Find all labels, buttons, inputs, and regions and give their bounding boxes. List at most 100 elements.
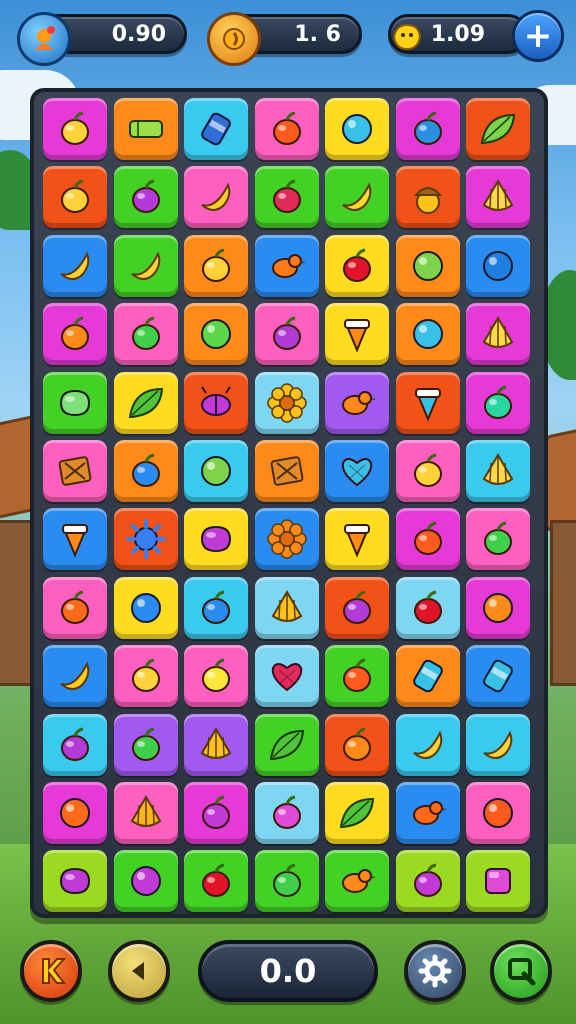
tile-r1-c6[interactable] bbox=[395, 98, 460, 160]
tile-r1-c3[interactable] bbox=[184, 98, 248, 160]
tile-r4-c3[interactable] bbox=[184, 303, 248, 366]
tile-r5-c7[interactable] bbox=[466, 371, 530, 434]
tile-r2-c7[interactable] bbox=[466, 166, 530, 229]
tile-r5-c6[interactable] bbox=[395, 371, 460, 434]
tile-r1-c2[interactable] bbox=[113, 98, 178, 160]
tile-r9-c6[interactable] bbox=[395, 645, 460, 708]
banana-icon bbox=[201, 182, 231, 212]
tile-r7-c2[interactable] bbox=[113, 508, 178, 571]
tile-r3-c6[interactable] bbox=[395, 234, 460, 297]
score-value: 0.0 bbox=[259, 952, 317, 990]
tile-r8-c2[interactable] bbox=[113, 576, 178, 639]
hint-button[interactable] bbox=[490, 940, 552, 1002]
tile-r2-c6[interactable] bbox=[395, 166, 460, 229]
tile-r10-c4[interactable] bbox=[254, 713, 319, 776]
tile-r2-c3[interactable] bbox=[184, 166, 248, 229]
tile-r2-c1[interactable] bbox=[43, 166, 107, 229]
tile-r2-c4[interactable] bbox=[254, 166, 319, 229]
tile-r6-c7[interactable] bbox=[466, 440, 530, 502]
tile-r8-c7[interactable] bbox=[466, 576, 530, 639]
tile-r11-c1[interactable] bbox=[43, 782, 107, 844]
tile-r10-c1[interactable] bbox=[43, 713, 107, 776]
tile-r12-c6[interactable] bbox=[395, 850, 460, 913]
tile-r4-c6[interactable] bbox=[395, 303, 460, 366]
tile-r11-c2[interactable] bbox=[113, 782, 178, 844]
tile-r2-c2[interactable] bbox=[113, 166, 178, 229]
tile-r6-c2[interactable] bbox=[113, 440, 178, 502]
tile-r12-c7[interactable] bbox=[466, 850, 530, 913]
tile-r5-c4[interactable] bbox=[254, 371, 319, 434]
tile-r8-c1[interactable] bbox=[43, 576, 107, 639]
banana-icon bbox=[60, 251, 90, 280]
tile-r8-c6[interactable] bbox=[395, 576, 460, 639]
tile-r12-c5[interactable] bbox=[325, 850, 389, 913]
tile-r6-c6[interactable] bbox=[395, 440, 460, 502]
tile-r10-c3[interactable] bbox=[184, 713, 248, 776]
tile-r11-c3[interactable] bbox=[184, 782, 248, 844]
tile-r10-c7[interactable] bbox=[466, 713, 530, 776]
tile-r4-c1[interactable] bbox=[43, 303, 107, 366]
settings-button[interactable] bbox=[404, 940, 466, 1002]
tile-r1-c1[interactable] bbox=[43, 98, 107, 160]
tile-r3-c4[interactable] bbox=[254, 234, 319, 297]
tile-r4-c4[interactable] bbox=[254, 303, 319, 366]
tile-r9-c3[interactable] bbox=[184, 645, 248, 708]
tile-r6-c3[interactable] bbox=[184, 440, 248, 502]
fruit-icon bbox=[343, 727, 371, 761]
player-avatar-icon[interactable] bbox=[17, 12, 71, 66]
add-currency-button[interactable]: + bbox=[512, 10, 564, 62]
orb-icon bbox=[130, 592, 161, 623]
tile-r9-c2[interactable] bbox=[113, 645, 178, 708]
tile-r5-c3[interactable] bbox=[184, 371, 248, 434]
fruit-icon bbox=[131, 179, 160, 214]
tile-r8-c4[interactable] bbox=[254, 576, 319, 639]
tile-r3-c1[interactable] bbox=[43, 234, 107, 297]
tile-r11-c4[interactable] bbox=[254, 782, 319, 844]
tile-r8-c3[interactable] bbox=[184, 576, 248, 639]
crate-icon bbox=[270, 456, 303, 486]
tile-r1-c7[interactable] bbox=[466, 98, 530, 160]
tile-r7-c4[interactable] bbox=[254, 508, 319, 571]
leaf-icon bbox=[128, 387, 163, 418]
tile-r12-c4[interactable] bbox=[254, 850, 319, 913]
boost-button[interactable] bbox=[20, 940, 82, 1002]
tile-r8-c5[interactable] bbox=[325, 576, 389, 639]
tile-r5-c2[interactable] bbox=[113, 371, 178, 434]
tile-r3-c7[interactable] bbox=[466, 234, 530, 297]
tile-r7-c5[interactable] bbox=[325, 508, 389, 571]
tile-r3-c5[interactable] bbox=[325, 234, 389, 297]
bird-icon bbox=[342, 869, 376, 894]
tile-r4-c2[interactable] bbox=[113, 303, 178, 366]
tile-r3-c2[interactable] bbox=[113, 234, 178, 297]
tile-r2-c5[interactable] bbox=[325, 166, 389, 229]
tile-r12-c2[interactable] bbox=[113, 850, 178, 913]
tile-r7-c3[interactable] bbox=[184, 508, 248, 571]
tile-r12-c1[interactable] bbox=[43, 850, 107, 913]
tile-r6-c5[interactable] bbox=[325, 440, 389, 502]
tile-r6-c4[interactable] bbox=[254, 440, 319, 502]
tile-r6-c1[interactable] bbox=[43, 440, 107, 502]
tile-r1-c5[interactable] bbox=[325, 98, 389, 160]
tile-r5-c5[interactable] bbox=[325, 371, 389, 434]
tile-r10-c5[interactable] bbox=[325, 713, 389, 776]
tile-r10-c2[interactable] bbox=[113, 713, 178, 776]
tile-r9-c7[interactable] bbox=[466, 645, 530, 708]
tile-r9-c1[interactable] bbox=[43, 645, 107, 708]
tile-r3-c3[interactable] bbox=[184, 234, 248, 297]
tile-r4-c7[interactable] bbox=[466, 303, 530, 366]
shell-icon bbox=[271, 589, 302, 622]
tile-r12-c3[interactable] bbox=[184, 850, 248, 913]
tile-r7-c6[interactable] bbox=[395, 508, 460, 571]
tile-r9-c4[interactable] bbox=[254, 645, 319, 708]
tile-r11-c5[interactable] bbox=[325, 782, 389, 844]
tile-r7-c7[interactable] bbox=[466, 508, 530, 571]
tile-r11-c6[interactable] bbox=[395, 782, 460, 844]
tile-r4-c5[interactable] bbox=[325, 303, 389, 366]
tile-r7-c1[interactable] bbox=[43, 508, 107, 571]
tile-r11-c7[interactable] bbox=[466, 782, 530, 844]
back-button[interactable] bbox=[108, 940, 170, 1002]
tile-r9-c5[interactable] bbox=[325, 645, 389, 708]
tile-r1-c4[interactable] bbox=[254, 98, 319, 160]
tile-r5-c1[interactable] bbox=[43, 371, 107, 434]
tile-r10-c6[interactable] bbox=[395, 713, 460, 776]
